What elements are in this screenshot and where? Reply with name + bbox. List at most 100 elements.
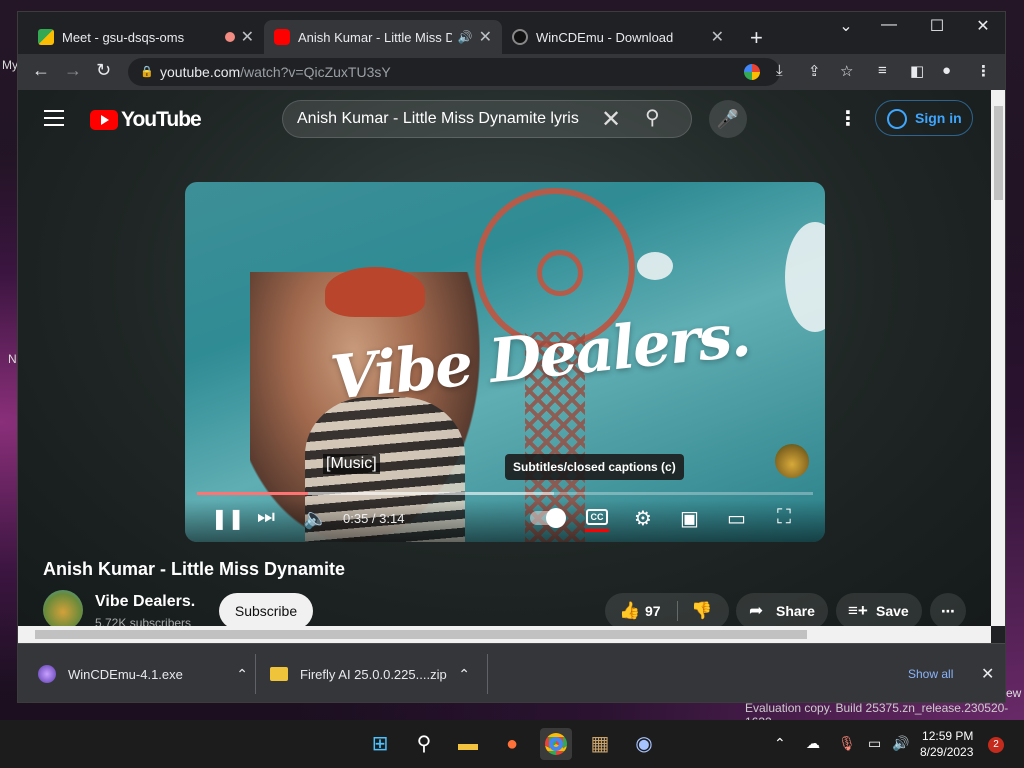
- file-explorer-icon[interactable]: ▬: [452, 728, 484, 760]
- share-button[interactable]: ➦ Share: [736, 593, 828, 626]
- dislike-icon[interactable]: 👎: [691, 593, 712, 626]
- download-filename: Firefly AI 25.0.0.225....zip: [300, 666, 447, 682]
- channel-watermark-icon[interactable]: [775, 444, 809, 478]
- profile-icon[interactable]: ●: [942, 62, 951, 79]
- cloud-sync-icon[interactable]: ☁: [806, 735, 820, 752]
- close-tab-icon[interactable]: ✕: [711, 27, 724, 47]
- show-all-downloads-link[interactable]: Show all: [908, 644, 953, 702]
- windows-taskbar: ⊞ ⚲ ▬ ● ▦ ◉ ⌃ ☁ 🎙 ▭ 🔊 12:59 PM 8/29/2023…: [0, 720, 1024, 768]
- close-tab-icon[interactable]: ✕: [479, 27, 492, 47]
- horizontal-scrollbar[interactable]: [18, 626, 991, 643]
- close-window-button[interactable]: ✕: [968, 16, 998, 36]
- subscribe-button[interactable]: Subscribe: [219, 593, 313, 626]
- notification-badge[interactable]: 2: [988, 737, 1004, 753]
- vertical-scrollbar[interactable]: [991, 90, 1005, 626]
- save-button[interactable]: ≡+ Save: [836, 593, 922, 626]
- next-icon[interactable]: ⏭: [257, 506, 275, 529]
- video-progress-bar[interactable]: [197, 492, 813, 495]
- chevron-up-icon[interactable]: ⌃: [236, 666, 248, 683]
- video-caption: [Music]: [323, 454, 380, 474]
- video-player[interactable]: Vibe Dealers. [Music] Subtitles/closed c…: [185, 182, 825, 542]
- package-app-icon[interactable]: ▦: [584, 728, 616, 760]
- audio-playing-icon[interactable]: 🔊: [458, 30, 473, 44]
- minimize-button[interactable]: —: [874, 16, 904, 34]
- browser-toolbar: ← → ↻ 🔒 youtube.com/watch?v=QicZuxTU3sY …: [18, 54, 1005, 90]
- scroll-thumb[interactable]: [994, 106, 1003, 200]
- close-download-shelf-icon[interactable]: ✕: [981, 644, 994, 702]
- forward-button[interactable]: →: [64, 60, 82, 81]
- start-windows-icon[interactable]: ⊞: [364, 728, 396, 760]
- cloud-graphic: [785, 222, 825, 332]
- download-item[interactable]: WinCDEmu-4.1.exe ⌃: [38, 644, 248, 702]
- clear-search-icon[interactable]: ✕: [601, 105, 621, 134]
- desktop-icon-label[interactable]: My: [2, 58, 18, 72]
- autoplay-toggle[interactable]: [530, 508, 566, 528]
- channel-avatar[interactable]: [43, 590, 83, 626]
- download-item[interactable]: Firefly AI 25.0.0.225....zip ⌃: [270, 644, 470, 702]
- tab-meet[interactable]: Meet - gsu-dsqs-oms ✕: [28, 20, 264, 54]
- media-controls-icon[interactable]: ≡: [878, 62, 887, 79]
- subscriber-count: 5.72K subscribers: [95, 616, 192, 626]
- search-input[interactable]: [297, 101, 597, 137]
- sign-in-button[interactable]: Sign in: [875, 100, 973, 136]
- maximize-button[interactable]: ☐: [922, 16, 952, 36]
- reload-button[interactable]: ↻: [96, 60, 111, 81]
- install-app-icon[interactable]: ⤓: [776, 62, 783, 79]
- logo-text: YouTube: [121, 108, 202, 131]
- tab-youtube[interactable]: Anish Kumar - Little Miss Dynamite lyric…: [264, 20, 502, 54]
- search-icon[interactable]: ⚲: [408, 728, 440, 760]
- theater-mode-icon[interactable]: ▭: [727, 506, 746, 531]
- subtitles-cc-button[interactable]: CC: [586, 509, 608, 525]
- chevron-up-icon[interactable]: ⌃: [458, 666, 470, 683]
- tab-title: Meet - gsu-dsqs-oms: [62, 29, 185, 45]
- search-icon[interactable]: ⚲: [645, 105, 660, 130]
- side-panel-icon[interactable]: ◧: [910, 62, 924, 80]
- zip-folder-icon: [270, 667, 288, 681]
- google-lens-icon[interactable]: [744, 64, 760, 80]
- settings-kebab-icon[interactable]: ⋮: [838, 106, 858, 131]
- taskbar-clock[interactable]: 12:59 PM 8/29/2023: [920, 728, 973, 760]
- miniplayer-icon[interactable]: ▣: [680, 506, 699, 531]
- more-actions-icon[interactable]: ⋯: [930, 593, 966, 626]
- lock-icon[interactable]: 🔒: [140, 58, 154, 86]
- share-icon[interactable]: ⇪: [808, 62, 821, 80]
- voice-search-mic-icon[interactable]: 🎤: [709, 100, 747, 138]
- bookmark-star-icon[interactable]: ☆: [840, 62, 853, 80]
- like-count[interactable]: 97: [645, 593, 661, 626]
- recording-icon: [224, 32, 235, 42]
- desktop-icon-label[interactable]: N: [8, 352, 17, 366]
- meet-icon: [38, 29, 54, 45]
- pause-icon[interactable]: ❚❚: [211, 506, 245, 531]
- close-tab-icon[interactable]: ✕: [241, 27, 254, 47]
- firefox-icon[interactable]: ●: [496, 728, 528, 760]
- microphone-in-use-icon[interactable]: 🎙: [838, 735, 856, 752]
- chrome-icon[interactable]: [540, 728, 572, 760]
- tab-wincdemu[interactable]: WinCDEmu - Download ✕: [502, 20, 734, 54]
- fullscreen-icon[interactable]: ⛶: [777, 506, 791, 529]
- desktop-fragment-label: ew: [1006, 686, 1022, 700]
- video-time: 0:35 / 3:14: [343, 511, 405, 526]
- url-path: /watch?v=QicZuxTU3sY: [240, 64, 391, 80]
- channel-name[interactable]: Vibe Dealers.: [95, 593, 195, 611]
- hamburger-menu-icon[interactable]: [44, 110, 64, 131]
- scroll-thumb[interactable]: [35, 630, 807, 639]
- back-button[interactable]: ←: [32, 60, 50, 81]
- chrome-window: Meet - gsu-dsqs-oms ✕ Anish Kumar - Litt…: [17, 11, 1006, 703]
- volume-tray-icon[interactable]: 🔊: [892, 735, 909, 752]
- chrome-menu-icon[interactable]: ⋮: [976, 62, 991, 80]
- new-tab-button[interactable]: +: [750, 25, 763, 51]
- settings-gear-icon[interactable]: ⚙: [634, 506, 652, 531]
- tab-search-icon[interactable]: ⌄: [831, 16, 861, 36]
- network-icon[interactable]: ▭: [868, 735, 881, 752]
- buffer-bar: [197, 492, 555, 495]
- show-hidden-icons-chevron-icon[interactable]: ⌃: [774, 735, 786, 752]
- disc-app-icon[interactable]: ◉: [628, 728, 660, 760]
- tab-title: Anish Kumar - Little Miss Dynamite lyric…: [298, 29, 452, 45]
- volume-icon[interactable]: 🔈: [303, 506, 328, 531]
- save-label: Save: [876, 603, 909, 619]
- address-bar[interactable]: 🔒 youtube.com/watch?v=QicZuxTU3sY: [128, 58, 780, 86]
- player-controls: ❚❚ ⏭ 🔈 0:35 / 3:14 CC ⚙ ▣ ▭ ⛶: [185, 500, 825, 542]
- youtube-logo[interactable]: YouTube: [90, 108, 202, 132]
- like-icon[interactable]: 👍: [619, 593, 640, 626]
- wincdemu-favicon-icon: [512, 29, 528, 45]
